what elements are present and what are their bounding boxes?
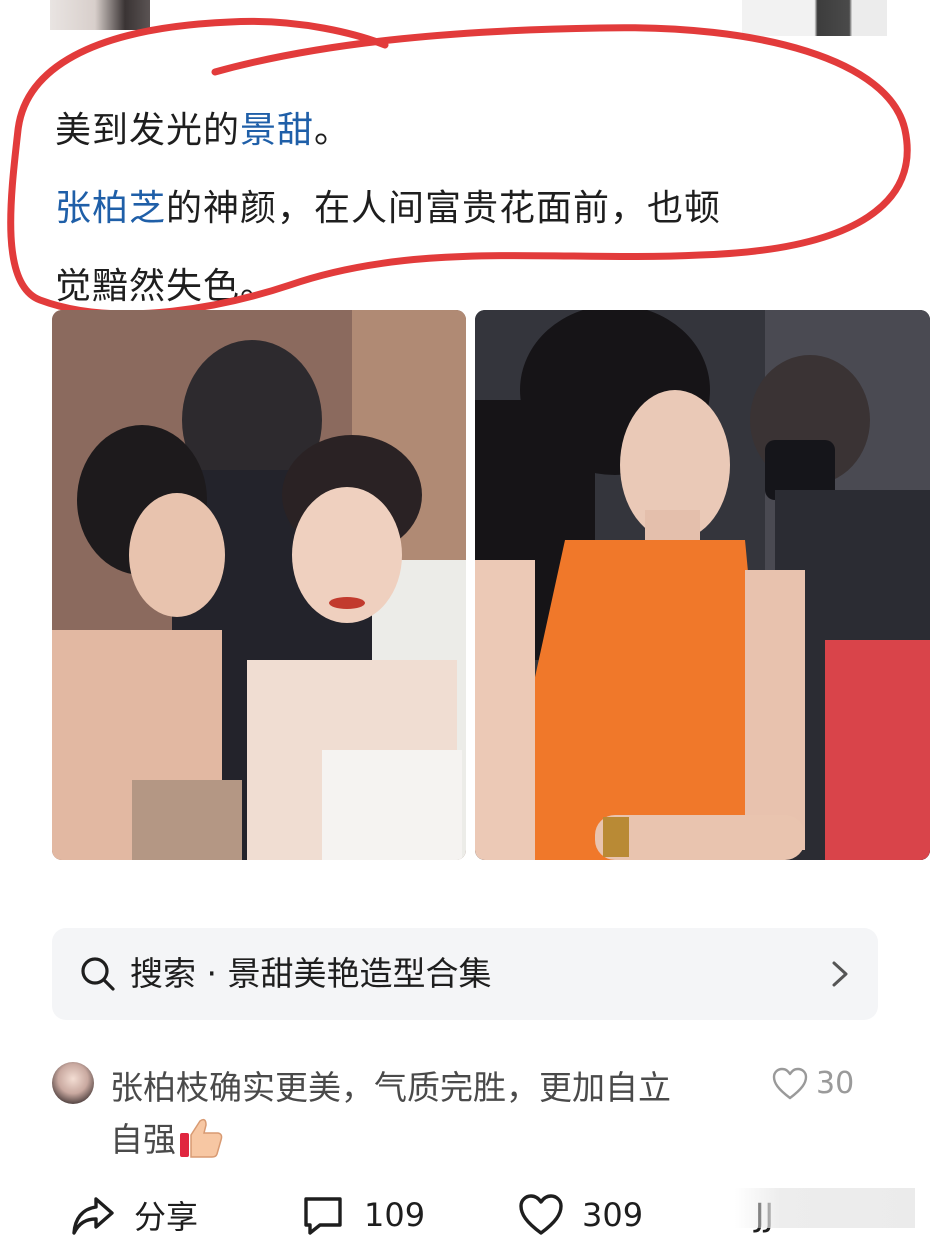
share-label: 分享 <box>134 1198 199 1236</box>
like-count: 309 <box>582 1196 644 1234</box>
top-comment: 张柏枝确实更美，气质完胜，更加自立 自强 30 <box>52 1060 878 1170</box>
top-cropped-strip <box>0 0 930 40</box>
like-button[interactable]: 309 <box>518 1190 643 1240</box>
comment-bubble-icon <box>304 1197 342 1235</box>
search-label: 搜索 · 景甜美艳造型合集 <box>130 954 492 993</box>
post-text-segment: 。 <box>314 110 352 151</box>
watermark-overlay <box>735 1188 915 1228</box>
comment-like-button[interactable]: 30 <box>772 1066 854 1106</box>
post-line-2: 张柏芝的神颜，在人间富贵花面前，也顿 <box>55 170 875 248</box>
photo-illustration-right <box>475 310 930 860</box>
cropped-image-left <box>50 0 150 30</box>
topic-link-jingtian[interactable]: 景甜 <box>240 110 314 151</box>
search-icon <box>81 957 115 991</box>
heart-outline-icon <box>772 1067 808 1099</box>
share-icon <box>72 1197 114 1235</box>
post-text-segment: 美到发光的 <box>55 110 241 151</box>
share-button[interactable]: 分享 <box>70 1190 198 1240</box>
post-text-segment: 的神颜，在人间富贵花面前，也顿 <box>166 188 722 229</box>
thumbs-up-emoji-icon <box>180 1118 223 1158</box>
photo-illustration-left <box>52 310 466 860</box>
chevron-right-icon <box>832 961 848 987</box>
comment-text: 张柏枝确实更美，气质完胜，更加自立 自强 <box>110 1062 750 1166</box>
photo-orange-dress[interactable] <box>475 310 930 860</box>
photo-two-women[interactable] <box>52 310 466 860</box>
comment-count: 109 <box>364 1196 426 1234</box>
heart-outline-icon <box>519 1194 563 1235</box>
comment-text-line-2: 自强 <box>110 1120 176 1159</box>
related-search-bar[interactable]: 搜索 · 景甜美艳造型合集 <box>52 928 878 1020</box>
comment-like-count: 30 <box>816 1066 855 1101</box>
cropped-image-right <box>742 0 887 36</box>
topic-link-zhangbaizhi[interactable]: 张柏芝 <box>55 188 166 229</box>
post-body: 美到发光的景甜。 张柏芝的神颜，在人间富贵花面前，也顿 觉黯然失色。 <box>55 92 875 326</box>
comment-text-line-1: 张柏枝确实更美，气质完胜，更加自立 <box>110 1068 671 1107</box>
post-line-1: 美到发光的景甜。 <box>55 92 875 170</box>
avatar[interactable] <box>52 1062 94 1104</box>
comment-button[interactable]: 109 <box>300 1190 425 1240</box>
